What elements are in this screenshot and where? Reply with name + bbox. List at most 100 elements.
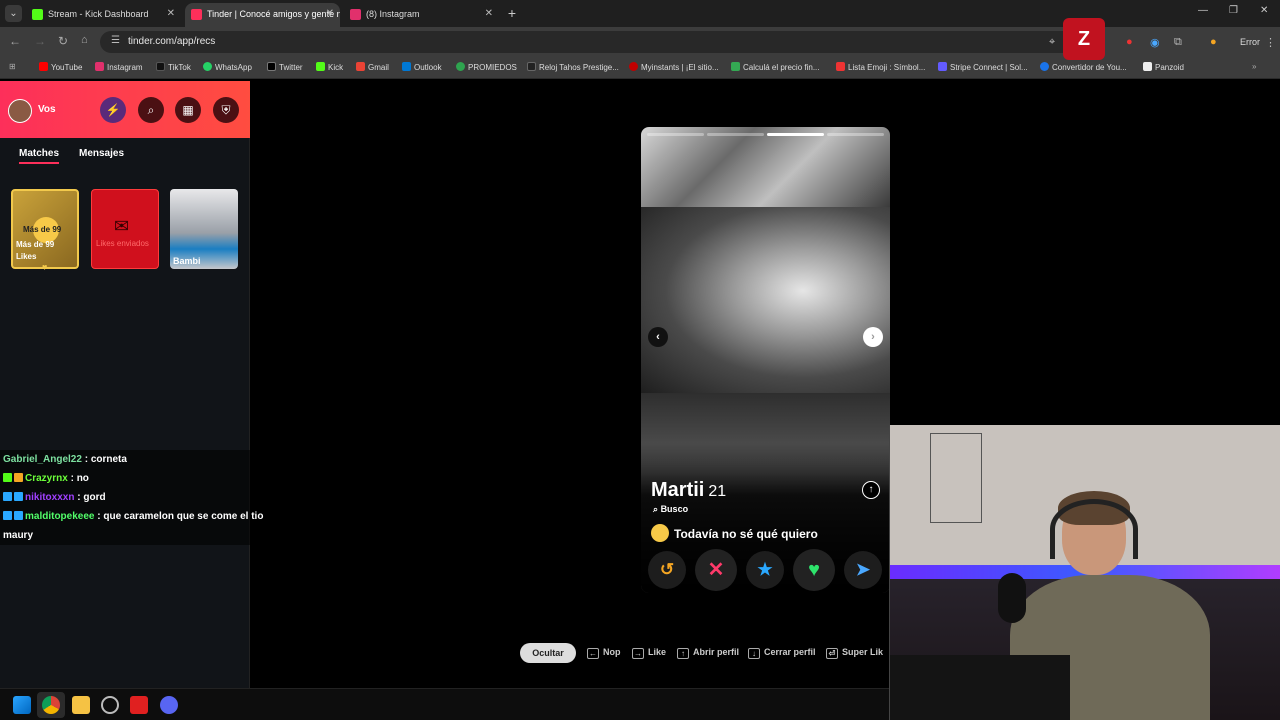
bookmark-youtube[interactable]: YouTube <box>39 62 82 72</box>
extension-record-icon[interactable]: ● <box>1126 36 1133 48</box>
new-tab-button[interactable]: + <box>505 5 519 21</box>
bookmark-emoji[interactable]: Lista Emoji : Símbol... <box>836 62 925 72</box>
youtube-icon[interactable] <box>130 696 148 714</box>
boost-button[interactable]: ➤ <box>844 551 882 589</box>
tab-kick-dashboard[interactable]: Stream - Kick Dashboard ✕ <box>26 3 181 27</box>
bookmark-label: WhatsApp <box>215 63 252 72</box>
bookmark-twitter[interactable]: Twitter <box>267 62 303 72</box>
hint-label: Abrir perfil <box>693 647 740 657</box>
forward-icon[interactable]: → <box>34 34 46 48</box>
likes-label: Más de 99 Likes <box>16 240 55 261</box>
thinking-emoji-icon <box>651 524 669 542</box>
chat-username: Crazyrnx <box>25 473 68 484</box>
bookmark-stripe[interactable]: Stripe Connect | Sol... <box>938 62 1028 72</box>
home-icon[interactable]: ⌂ <box>81 34 88 46</box>
apps-icon[interactable]: ⊞ <box>9 62 16 71</box>
tab-matches[interactable]: Matches <box>19 148 60 164</box>
restore-icon[interactable]: ❐ <box>1229 5 1238 16</box>
chat-message: Crazyrnx : no <box>0 469 290 488</box>
gift-icon[interactable]: ▦ <box>175 97 201 123</box>
match-card[interactable]: Bambi <box>170 189 238 269</box>
close-icon[interactable]: ✕ <box>167 3 175 25</box>
tab-instagram[interactable]: (8) Instagram ✕ <box>344 3 499 27</box>
profile-photo <box>641 127 890 207</box>
bookmark-calcula[interactable]: Calculá el precio fin... <box>731 62 819 72</box>
like-button[interactable]: ♥ <box>793 549 835 591</box>
url-text[interactable]: tinder.com/app/recs <box>128 36 215 47</box>
more-bookmarks-icon[interactable]: » <box>1252 62 1256 71</box>
nope-button[interactable]: ✕ <box>695 549 737 591</box>
shield-icon[interactable]: ⛨ <box>213 97 239 123</box>
bookmark-label: YouTube <box>51 63 83 72</box>
previous-photo-icon[interactable]: ‹ <box>648 327 668 347</box>
discord-icon[interactable] <box>160 696 178 714</box>
gmail-icon <box>356 62 365 71</box>
bookmark-whatsapp[interactable]: WhatsApp <box>203 62 252 72</box>
close-icon[interactable]: ✕ <box>326 3 334 25</box>
reload-icon[interactable]: ↻ <box>58 34 68 48</box>
avatar-icon[interactable]: ● <box>1210 36 1217 48</box>
bookmark-convertidor[interactable]: Convertidor de You... <box>1040 62 1127 72</box>
bookmark-kick[interactable]: Kick <box>316 62 343 72</box>
avatar[interactable] <box>8 99 32 123</box>
likes-sent-card[interactable]: ✉ Likes enviados <box>91 189 159 269</box>
bookmark-label: Outlook <box>414 63 442 72</box>
kick-icon <box>32 9 43 20</box>
open-profile-icon[interactable]: ↑ <box>862 481 880 499</box>
bookmark-outlook[interactable]: Outlook <box>402 62 442 72</box>
vip-badge-icon <box>14 492 23 501</box>
boost-icon[interactable]: ⚡ <box>100 97 126 123</box>
site-info-icon[interactable]: ☰ <box>111 35 120 46</box>
user-label[interactable]: Vos <box>38 104 56 115</box>
profile-name: Martii <box>651 479 705 501</box>
likes-sent-label: Likes enviados <box>96 239 149 248</box>
windows-taskbar <box>0 688 889 720</box>
tab-search-button[interactable]: ⌄ <box>5 5 22 22</box>
likes-card[interactable]: Más de 99 Más de 99 Likes <box>11 189 79 269</box>
rewind-icon: ↺ <box>659 560 675 579</box>
windows-start-icon[interactable] <box>13 696 31 714</box>
bookmark-gmail[interactable]: Gmail <box>356 62 389 72</box>
next-photo-icon[interactable]: › <box>863 327 883 347</box>
stream-chat: Gabriel_Angel22 : corneta Crazyrnx : no … <box>0 450 290 545</box>
bookmark-tiktok[interactable]: TikTok <box>156 62 191 72</box>
bookmark-panzoid[interactable]: Panzoid <box>1143 62 1184 72</box>
minimize-icon[interactable]: — <box>1198 5 1208 16</box>
profile-error-label[interactable]: Error <box>1240 37 1260 47</box>
bookmark-label: Calculá el precio fin... <box>743 63 820 72</box>
file-explorer-icon[interactable] <box>72 696 90 714</box>
vip-badge-icon <box>14 511 23 520</box>
rewind-button[interactable]: ↺ <box>648 551 686 589</box>
hint-label: Cerrar perfil <box>764 647 816 657</box>
tab-mensajes[interactable]: Mensajes <box>79 148 124 159</box>
tab-tinder[interactable]: Tinder | Conocé amigos y gente nueva ✕ <box>185 3 340 27</box>
arrow-right-key-icon: → <box>632 648 644 659</box>
bookmark-promiedos[interactable]: PROMIEDOS <box>456 62 517 72</box>
chat-text: corneta <box>90 454 127 465</box>
headset-icon <box>1050 499 1138 559</box>
super-like-button[interactable]: ★ <box>746 551 784 589</box>
profile-photo <box>641 207 890 393</box>
extension-audio-icon[interactable]: ◉ <box>1150 36 1160 49</box>
bookmark-reloj[interactable]: Reloj Tahos Prestige... <box>527 62 619 72</box>
steam-icon[interactable] <box>101 696 119 714</box>
extensions-icon[interactable]: ⧉ <box>1174 36 1182 49</box>
location-icon[interactable]: ⌖ <box>1049 36 1055 49</box>
bookmark-instagram[interactable]: Instagram <box>95 62 143 72</box>
send-icon: ➤ <box>855 560 871 579</box>
back-icon[interactable]: ← <box>9 34 21 48</box>
explore-icon[interactable]: ⌕ <box>138 97 164 123</box>
hide-hints-button[interactable]: Ocultar <box>520 643 576 663</box>
profile-card[interactable]: ‹ › Martii 21 ↑ ⌕ Busco Todavía no sé qué… <box>641 127 890 593</box>
menu-icon[interactable]: ⋮ <box>1265 36 1276 49</box>
address-bar[interactable]: ☰ tinder.com/app/recs <box>100 31 1090 53</box>
webcam-desk <box>890 655 1070 720</box>
window-close-icon[interactable]: ✕ <box>1260 5 1268 16</box>
chrome-icon[interactable] <box>42 696 60 714</box>
close-icon[interactable]: ✕ <box>485 3 493 25</box>
chat-message: malditopekeee : que caramelon que se com… <box>0 507 290 545</box>
bookmark-label: Convertidor de You... <box>1052 63 1127 72</box>
hint-label: Nop <box>603 647 621 657</box>
youtube-icon <box>39 62 48 71</box>
bookmark-myinstants[interactable]: Myinstants | ¡El sitio... <box>629 62 719 72</box>
